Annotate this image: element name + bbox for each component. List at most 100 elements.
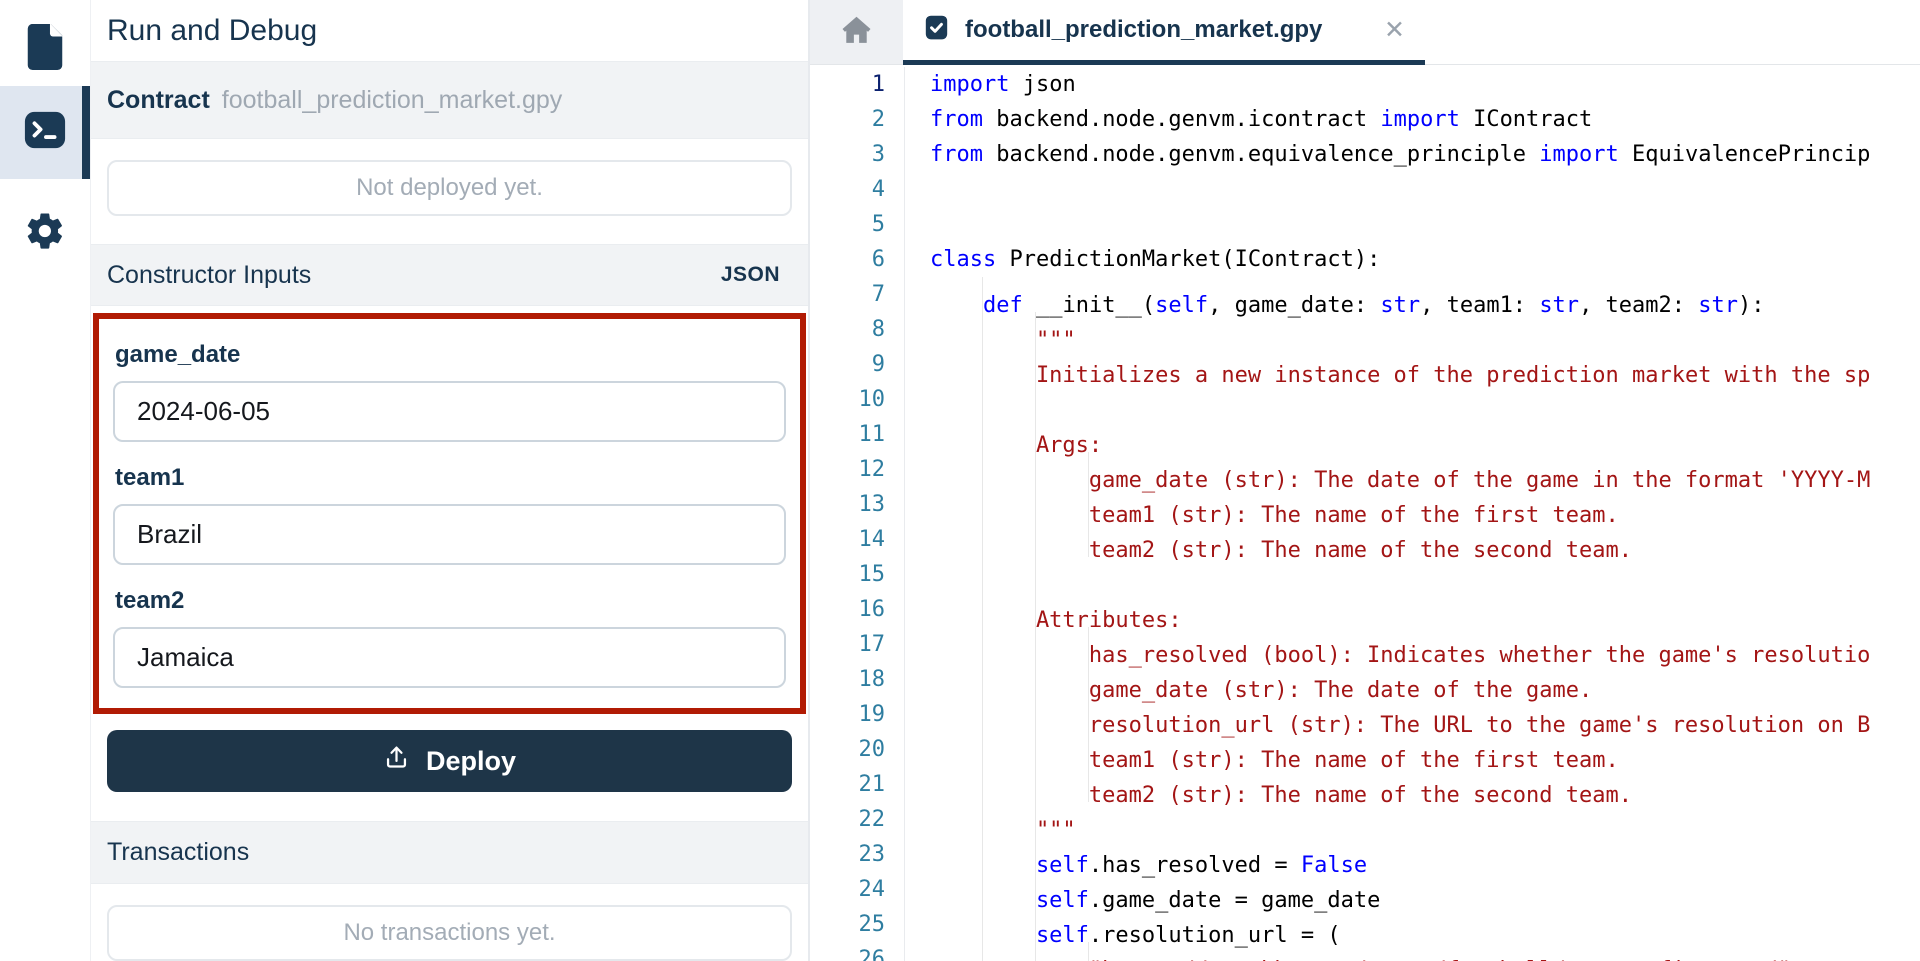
indent-guide [983,312,1036,347]
gear-icon [24,210,66,257]
line-number: 3 [810,137,885,172]
close-icon[interactable]: ✕ [1382,16,1407,45]
constructor-fields: game_dateteam1team2 [113,341,786,688]
line-number: 4 [810,172,885,207]
indent-guide [930,522,983,557]
indent-guide [983,872,1036,907]
code-line[interactable]: "https://www.bbc.com/sport/football/scor… [930,942,1920,961]
transactions-empty-box: No transactions yet. [107,905,792,961]
code-token: import [930,72,1009,97]
code-token: team2 (str): The name of the second team… [1089,538,1632,563]
indent-guide [1036,522,1089,557]
indent-guide [930,627,983,662]
deploy-button[interactable]: Deploy [107,730,792,792]
code-line[interactable] [930,207,1920,242]
code-content[interactable]: import jsonfrom backend.node.genvm.icont… [905,67,1920,961]
contract-filename: football_prediction_market.gpy [222,86,562,115]
indent-guide [983,907,1036,942]
code-line[interactable]: from backend.node.genvm.icontract import… [930,102,1920,137]
indent-guide [983,802,1036,837]
code-line[interactable] [930,172,1920,207]
code-editor: football_prediction_market.gpy ✕ 1234567… [810,0,1920,961]
tab-football-prediction-market[interactable]: football_prediction_market.gpy ✕ [903,0,1425,65]
home-button[interactable] [810,0,903,65]
code-token: self [1155,293,1208,318]
code-token: str [1380,293,1420,318]
line-number: 7 [810,277,885,312]
line-number: 17 [810,627,885,662]
indent-guide [983,557,1036,592]
contract-row: Contract football_prediction_market.gpy [91,61,808,139]
line-number: 16 [810,592,885,627]
line-number: 5 [810,207,885,242]
line-number: 20 [810,732,885,767]
sidebar-item-run-debug[interactable] [0,86,90,179]
input-team2[interactable] [113,627,786,688]
input-game_date[interactable] [113,381,786,442]
indent-guide [930,452,983,487]
line-number: 15 [810,557,885,592]
indent-guide [983,487,1036,522]
code-line[interactable]: team2 (str): The name of the second team… [930,767,1920,802]
input-team1[interactable] [113,504,786,565]
sidebar-item-settings[interactable] [0,201,90,265]
code-line[interactable]: resolution_url (str): The URL to the gam… [930,697,1920,732]
code-token: json [1009,72,1075,97]
code-token: , team1: [1420,293,1539,318]
contract-label: Contract [107,86,210,115]
line-number: 1 [810,67,885,102]
transactions-title: Transactions [107,838,249,867]
line-number: 14 [810,522,885,557]
deploy-status-text: Not deployed yet. [356,174,543,202]
tab-bar: football_prediction_market.gpy ✕ [810,0,1920,65]
indent-guide [983,942,1036,961]
upload-icon [383,743,410,779]
deploy-status-box: Not deployed yet. [107,160,792,216]
code-line[interactable]: import json [930,67,1920,102]
line-number: 6 [810,242,885,277]
indent-guide [1036,662,1089,697]
code-token: Initializes a new instance of the predic… [1036,363,1870,388]
field-label-team2: team2 [115,587,786,615]
indent-guide [930,802,983,837]
code-line[interactable]: def __init__(self, game_date: str, team1… [930,277,1920,312]
code-line[interactable]: self.resolution_url = ( [930,907,1920,942]
indent-guide [930,697,983,732]
code-line[interactable]: from backend.node.genvm.equivalence_prin… [930,137,1920,172]
code-line[interactable]: class PredictionMarket(IContract): [930,242,1920,277]
line-number: 11 [810,417,885,452]
sidebar-item-files[interactable] [0,12,90,86]
field-label-game_date: game_date [115,341,786,369]
line-number: 13 [810,487,885,522]
constructor-inputs-highlight-box: game_dateteam1team2 [93,313,806,714]
code-line[interactable]: Initializes a new instance of the predic… [930,347,1920,382]
code-token: EquivalencePrincip [1619,142,1871,167]
code-line[interactable]: self.game_date = game_date [930,872,1920,907]
code-line[interactable]: has_resolved (bool): Indicates whether t… [930,627,1920,662]
run-debug-panel: Run and Debug Contract football_predicti… [91,0,810,961]
indent-guide [983,382,1036,417]
code-line[interactable]: self.has_resolved = False [930,837,1920,872]
line-number: 10 [810,382,885,417]
indent-guide [930,767,983,802]
terminal-icon [22,108,68,157]
code-line[interactable]: Attributes: [930,592,1920,627]
indent-guide [930,277,983,312]
code-line[interactable]: Args: [930,417,1920,452]
transactions-empty-text: No transactions yet. [343,919,555,947]
indent-guide [1036,732,1089,767]
transactions-header: Transactions [91,821,808,884]
indent-guide [983,452,1036,487]
line-number: 8 [810,312,885,347]
indent-guide [930,417,983,452]
code-line[interactable]: team2 (str): The name of the second team… [930,522,1920,557]
code-token: from [930,142,983,167]
code-token: import [1539,142,1618,167]
code-token: backend.node.genvm.equivalence_principle [983,142,1539,167]
tab-filename: football_prediction_market.gpy [965,16,1367,44]
indent-guide [1036,697,1089,732]
json-toggle[interactable]: JSON [721,263,780,287]
code-token: str [1698,293,1738,318]
indent-guide [930,312,983,347]
code-line[interactable]: game_date (str): The date of the game in… [930,452,1920,487]
